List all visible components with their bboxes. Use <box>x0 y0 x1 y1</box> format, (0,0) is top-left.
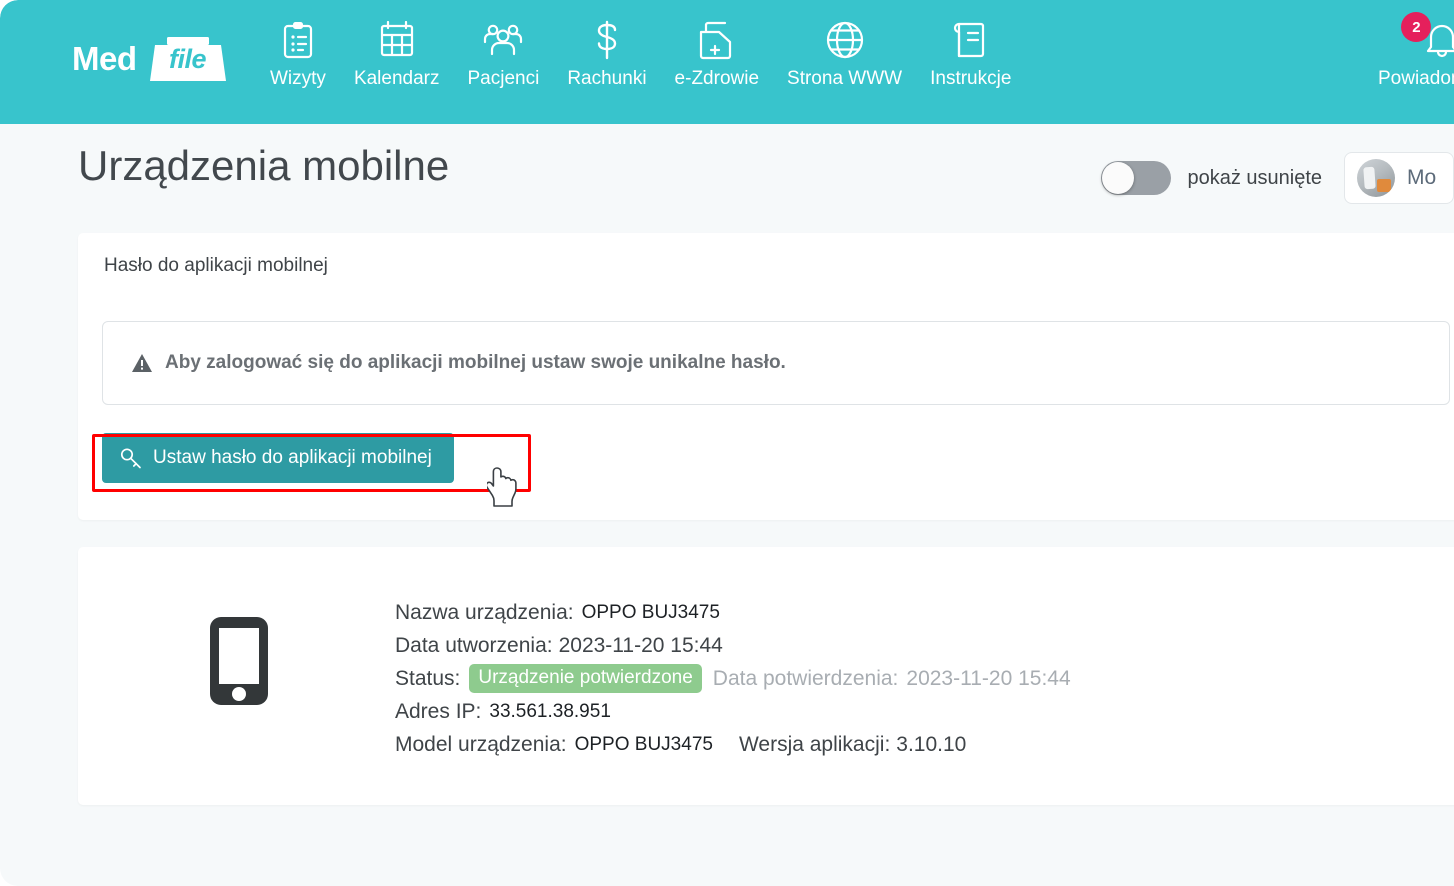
bell-icon: 2 <box>1401 12 1454 62</box>
nav-items: Wizyty Kalendarz Pacjenci Rachunki e-Zdr… <box>256 18 1025 91</box>
device-info-list: Nazwa urządzenia: OPPO BUJ3475 Data utwo… <box>395 596 1071 761</box>
brand-med-text: Med <box>72 39 137 77</box>
device-card: Nazwa urządzenia: OPPO BUJ3475 Data utwo… <box>78 547 1454 805</box>
password-alert: Aby zalogować się do aplikacji mobilnej … <box>102 321 1450 405</box>
status-badge: Urządzenie potwierdzone <box>469 664 702 693</box>
key-icon <box>120 448 141 469</box>
app-root: Med file Wizyty Kalendarz Pacjenci Rachu… <box>0 0 1454 886</box>
brand-file-badge: file <box>147 33 229 83</box>
header-controls: pokaż usunięte Mo <box>1101 152 1454 204</box>
globe-icon <box>825 18 865 62</box>
device-confirmed-label: Data potwierdzenia: <box>712 666 899 690</box>
avatar <box>1357 159 1395 197</box>
device-created-row: Data utworzenia: 2023-11-20 15:44 <box>395 629 1071 662</box>
device-model-row: Model urządzenia: OPPO BUJ3475 Wersja ap… <box>395 728 1071 761</box>
nav-item-instrukcje[interactable]: Instrukcje <box>916 18 1025 91</box>
device-name-row: Nazwa urządzenia: OPPO BUJ3475 <box>395 596 1071 629</box>
device-status-row: Status: Urządzenie potwierdzone Data pot… <box>395 662 1071 695</box>
device-confirmed-value: 2023-11-20 15:44 <box>906 666 1071 690</box>
device-created-value: 2023-11-20 15:44 <box>558 633 723 657</box>
set-mobile-password-label: Ustaw hasło do aplikacji mobilnej <box>153 447 432 468</box>
app-version-value: 3.10.10 <box>896 732 967 756</box>
set-mobile-password-button[interactable]: Ustaw hasło do aplikacji mobilnej <box>102 433 454 483</box>
nav-label-ezdrowie: e-Zdrowie <box>674 68 760 89</box>
device-model-value: OPPO BUJ3475 <box>574 733 713 755</box>
clipboard-icon <box>281 18 315 62</box>
nav-label-pacjenci: Pacjenci <box>467 68 540 89</box>
nav-label-powiadomienia: Powiadomienia <box>1378 68 1454 89</box>
people-icon <box>482 18 524 62</box>
brand-logo[interactable]: Med file <box>72 30 229 86</box>
device-ip-row: Adres IP: 33.561.38.951 <box>395 695 1071 728</box>
nav-item-wizyty[interactable]: Wizyty <box>256 18 340 91</box>
top-navbar: Med file Wizyty Kalendarz Pacjenci Rachu… <box>0 0 1454 124</box>
page-header: Urządzenia mobilne pokaż usunięte Mo <box>0 124 1454 234</box>
nav-label-kalendarz: Kalendarz <box>353 68 440 89</box>
device-created-label: Data utworzenia: <box>395 633 553 657</box>
book-icon <box>953 18 989 62</box>
user-name-label: Mo <box>1407 166 1437 189</box>
nav-item-kalendarz[interactable]: Kalendarz <box>340 18 454 91</box>
calendar-icon <box>379 18 415 62</box>
nav-item-rachunki[interactable]: Rachunki <box>553 18 660 91</box>
device-ip-value: 33.561.38.951 <box>489 700 611 722</box>
nav-label-wizyty: Wizyty <box>270 68 326 89</box>
show-deleted-toggle[interactable] <box>1101 161 1172 195</box>
dollar-icon <box>592 18 622 62</box>
nav-label-e-rachunki: Rachunki <box>567 68 647 89</box>
nav-label-instrukcje: Instrukcje <box>930 68 1012 89</box>
password-alert-text: Aby zalogować się do aplikacji mobilnej … <box>165 352 786 373</box>
device-ip-label: Adres IP: <box>395 699 482 723</box>
nav-item-strona-www[interactable]: Strona WWW <box>773 18 916 91</box>
nav-item-ezdrowie[interactable]: e-Zdrowie <box>661 18 773 91</box>
page-shell: Med file Wizyty Kalendarz Pacjenci Rachu… <box>0 0 1454 886</box>
page-title: Urządzenia mobilne <box>78 142 450 189</box>
device-model-label: Model urządzenia: <box>395 732 567 756</box>
card-title-password: Hasło do aplikacji mobilnej <box>104 255 328 276</box>
show-deleted-label: pokaż usunięte <box>1187 166 1322 189</box>
device-name-label: Nazwa urządzenia: <box>395 600 574 624</box>
warning-triangle-icon <box>132 354 152 372</box>
nav-label-strona-www: Strona WWW <box>787 68 903 89</box>
mobile-password-card: Hasło do aplikacji mobilnej Aby zalogowa… <box>78 233 1454 520</box>
device-name-value: OPPO BUJ3475 <box>581 601 720 623</box>
device-status-label: Status: <box>395 666 461 690</box>
mobile-phone-icon <box>208 615 270 712</box>
nav-item-powiadomienia[interactable]: 2 Powiadomienia <box>1378 12 1454 91</box>
toggle-knob <box>1102 162 1135 194</box>
health-document-icon <box>698 18 736 62</box>
brand-file-text: file <box>168 44 207 74</box>
user-menu-button[interactable]: Mo <box>1344 152 1454 204</box>
app-version-label: Wersja aplikacji: <box>738 732 891 756</box>
nav-item-pacjenci[interactable]: Pacjenci <box>454 18 554 91</box>
